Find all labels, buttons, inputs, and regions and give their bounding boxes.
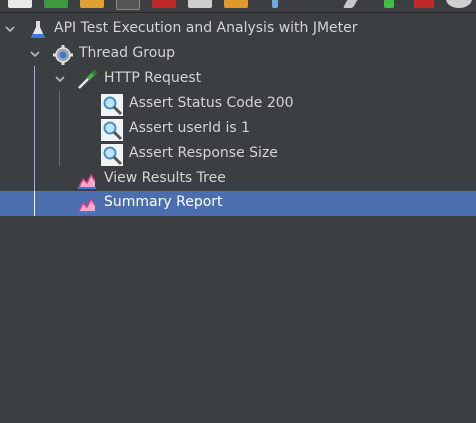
tree-node-summary-report[interactable]: Summary Report: [0, 191, 476, 216]
tree-line-thread-group: [34, 191, 35, 216]
stop-icon[interactable]: [446, 0, 472, 8]
tree-node-label: HTTP Request: [104, 70, 202, 86]
open-icon[interactable]: [80, 0, 104, 8]
flask-icon: [31, 21, 45, 38]
start-icon[interactable]: [384, 0, 394, 8]
chart-icon: [78, 197, 96, 213]
tree-node-thread-group[interactable]: Thread Group: [0, 42, 476, 67]
tree-node-http-request[interactable]: HTTP Request: [0, 67, 476, 92]
tree-node-view-results-tree[interactable]: View Results Tree: [0, 167, 476, 192]
tree-node-label: Summary Report: [104, 194, 223, 210]
tree-node-test-plan[interactable]: API Test Execution and Analysis with JMe…: [0, 17, 476, 42]
tree-node-label: View Results Tree: [104, 170, 226, 186]
cut-icon[interactable]: [152, 0, 176, 8]
new-icon[interactable]: [8, 0, 32, 8]
chevron-down-icon[interactable]: [55, 74, 65, 84]
chevron-down-icon[interactable]: [5, 24, 15, 34]
tree-node-assertion[interactable]: Assert Status Code 200: [0, 92, 476, 117]
clear-icon[interactable]: [342, 0, 364, 8]
magnifier-icon: [101, 144, 123, 166]
save-icon[interactable]: [116, 0, 140, 10]
tree-node-label: Thread Group: [79, 45, 176, 61]
tree-node-assertion[interactable]: Assert Response Size: [0, 142, 476, 167]
gear-icon: [53, 45, 73, 65]
tree-node-label: API Test Execution and Analysis with JMe…: [54, 20, 358, 36]
expand-icon[interactable]: [272, 0, 278, 8]
magnifier-icon: [101, 119, 123, 141]
tree-node-label: Assert Response Size: [129, 145, 278, 161]
chevron-down-icon[interactable]: [30, 49, 40, 59]
templates-icon[interactable]: [44, 0, 68, 8]
toolbar: [0, 0, 476, 13]
tree-node-assertion[interactable]: Assert userId is 1: [0, 117, 476, 142]
copy-icon[interactable]: [188, 0, 212, 8]
paste-icon[interactable]: [224, 0, 248, 8]
chart-icon: [78, 173, 96, 189]
tree-node-label: Assert Status Code 200: [129, 95, 294, 111]
start-no-pause-icon[interactable]: [414, 0, 434, 8]
tree-node-label: Assert userId is 1: [129, 120, 251, 136]
pipette-icon: [78, 70, 97, 89]
magnifier-icon: [101, 94, 123, 116]
